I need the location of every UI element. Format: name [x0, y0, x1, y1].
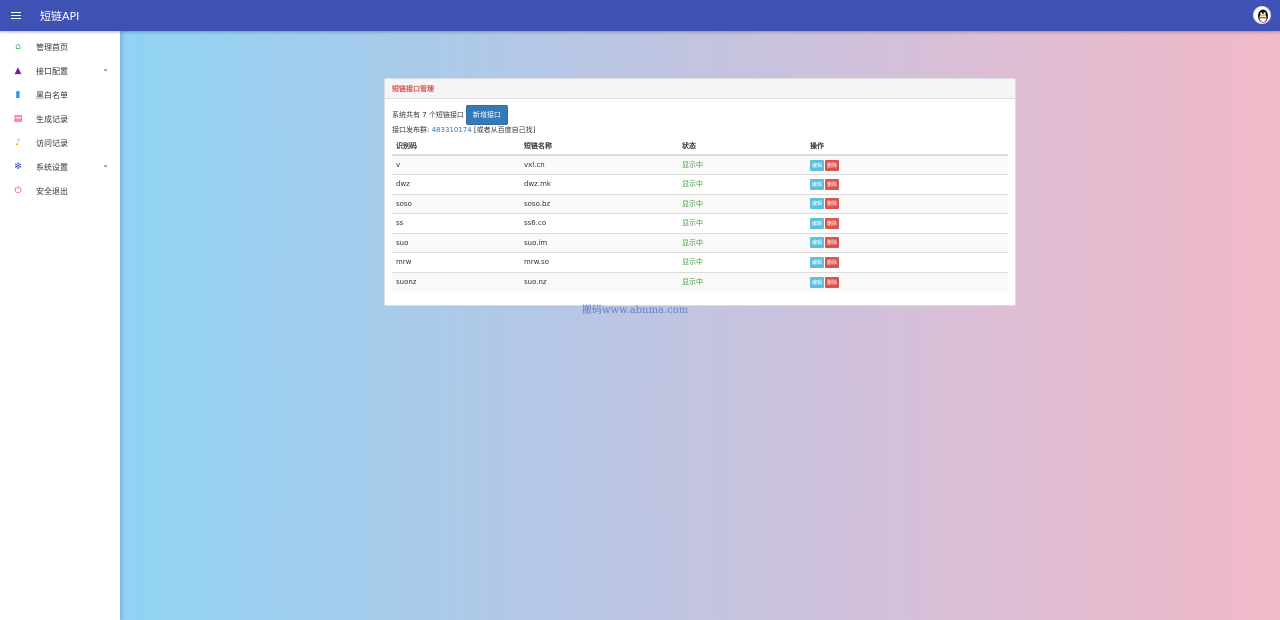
sidebar-item-label: 黑白名单 [36, 90, 68, 100]
edit-button[interactable]: 编辑 [810, 276, 825, 288]
table-row: mrw mrw.so 显示中 编辑 删除 [392, 252, 1008, 272]
code-cell: suonz [392, 271, 520, 292]
code-cell: mrw [392, 252, 520, 272]
actions-cell: 编辑 删除 [806, 154, 1008, 175]
delete-button[interactable]: 删除 [825, 237, 840, 249]
name-cell: ss6.co [520, 213, 678, 233]
status-cell: 显示中 [678, 154, 806, 175]
sidebar: ⌂ 管理首页 ▲ 接口配置 ⌄ ▮ 黑白名单 ▤ 生成记录 ♪ 访问记录 ✻ 系统设置 ⌄ ⏻ 安全退出 [0, 31, 120, 620]
home-icon: ⌂ [15, 42, 21, 52]
summary-text: 系统共有 7 个短链接口 [392, 111, 464, 119]
column-header-name: 短链名称 [520, 138, 678, 156]
delete-button[interactable]: 删除 [825, 276, 840, 288]
column-header-code: 识别码 [392, 138, 520, 156]
edit-button[interactable]: 编辑 [810, 237, 825, 249]
card-icon: ▤ [13, 114, 23, 124]
chevron-down-icon[interactable]: ⌄ [102, 160, 109, 169]
name-cell: vxl.cn [520, 154, 678, 175]
app-title: 短链API [40, 9, 80, 23]
watermark: 搬码www.abnma.com [582, 305, 689, 316]
delete-button[interactable]: 删除 [825, 159, 840, 171]
panel-body: 系统共有 7 个短链接口 新增接口 接口发布群: 483310174 [或者从百… [385, 99, 1015, 300]
sidebar-item-label: 管理首页 [36, 42, 68, 52]
group-line: 接口发布群: 483310174 [或者从百度自己找] [392, 125, 1008, 135]
sidebar-item-1[interactable]: ▲ 接口配置 ⌄ [0, 55, 120, 79]
actions-cell: 编辑 删除 [806, 193, 1008, 214]
status-cell: 显示中 [678, 252, 806, 272]
name-cell: suo.im [520, 232, 678, 253]
delete-button[interactable]: 删除 [825, 178, 840, 190]
interface-panel: 短链接口管理 系统共有 7 个短链接口 新增接口 接口发布群: 48331017… [384, 78, 1016, 306]
sidebar-item-2[interactable]: ▮ 黑白名单 [0, 79, 120, 103]
actions-cell: 编辑 删除 [806, 174, 1008, 194]
edit-button[interactable]: 编辑 [810, 256, 825, 268]
table-row: soso soso.bz 显示中 编辑 删除 [392, 193, 1008, 214]
name-cell: suo.nz [520, 271, 678, 292]
column-header-status: 状态 [678, 138, 806, 156]
summary-line: 系统共有 7 个短链接口 新增接口 [392, 105, 1008, 125]
status-cell: 显示中 [678, 271, 806, 292]
code-cell: ss [392, 213, 520, 233]
top-app-bar: 短链API [0, 0, 1280, 31]
menu-icon[interactable] [0, 0, 32, 31]
interface-table: 识别码 短链名称 状态 操作 v vxl.cn 显示中 编辑 删除 dwz dwz.mk 显示… [392, 138, 1008, 292]
actions-cell: 编辑 删除 [806, 271, 1008, 292]
table-row: ss ss6.co 显示中 编辑 删除 [392, 213, 1008, 233]
status-cell: 显示中 [678, 174, 806, 194]
code-cell: soso [392, 193, 520, 214]
table-row: dwz dwz.mk 显示中 编辑 删除 [392, 174, 1008, 194]
edit-button[interactable]: 编辑 [810, 198, 825, 210]
avatar[interactable] [1253, 6, 1271, 24]
group-label: 接口发布群: [392, 126, 432, 134]
add-interface-button[interactable]: 新增接口 [465, 105, 508, 125]
actions-cell: 编辑 删除 [806, 232, 1008, 253]
panel-header: 短链接口管理 [385, 79, 1015, 99]
delete-button[interactable]: 删除 [825, 256, 840, 268]
sidebar-item-label: 安全退出 [36, 186, 68, 196]
column-header-actions: 操作 [806, 138, 1008, 156]
group-suffix: [或者从百度自己找] [471, 126, 536, 134]
penguin-avatar-icon [1258, 9, 1268, 23]
sidebar-item-label: 接口配置 [36, 66, 68, 76]
status-cell: 显示中 [678, 193, 806, 214]
book-icon: ▮ [15, 90, 21, 100]
delete-button[interactable]: 删除 [825, 198, 840, 210]
sidebar-item-5[interactable]: ✻ 系统设置 ⌄ [0, 151, 120, 175]
delete-button[interactable]: 删除 [825, 217, 840, 229]
table-header-row: 识别码 短链名称 状态 操作 [392, 138, 1008, 156]
edit-button[interactable]: 编辑 [810, 178, 825, 190]
table-row: suonz suo.nz 显示中 编辑 删除 [392, 271, 1008, 292]
edit-button[interactable]: 编辑 [810, 217, 825, 229]
table-row: suo suo.im 显示中 编辑 删除 [392, 232, 1008, 253]
name-cell: dwz.mk [520, 174, 678, 194]
code-cell: dwz [392, 174, 520, 194]
sidebar-item-0[interactable]: ⌂ 管理首页 [0, 31, 120, 55]
status-cell: 显示中 [678, 232, 806, 253]
sidebar-item-4[interactable]: ♪ 访问记录 [0, 127, 120, 151]
name-cell: soso.bz [520, 193, 678, 214]
code-cell: suo [392, 232, 520, 253]
sidebar-item-3[interactable]: ▤ 生成记录 [0, 103, 120, 127]
sidebar-item-6[interactable]: ⏻ 安全退出 [0, 175, 120, 199]
name-cell: mrw.so [520, 252, 678, 272]
sidebar-item-label: 系统设置 [36, 162, 68, 172]
panel-title: 短链接口管理 [392, 84, 434, 93]
sidebar-item-label: 生成记录 [36, 114, 68, 124]
status-cell: 显示中 [678, 213, 806, 233]
main-content: 短链接口管理 系统共有 7 个短链接口 新增接口 接口发布群: 48331017… [120, 31, 1280, 620]
navigation-icon: ▲ [14, 66, 22, 76]
bell-icon: ♪ [15, 138, 21, 148]
edit-button[interactable]: 编辑 [810, 159, 825, 171]
actions-cell: 编辑 删除 [806, 252, 1008, 272]
group-number[interactable]: 483310174 [432, 126, 472, 134]
actions-cell: 编辑 删除 [806, 213, 1008, 233]
code-cell: v [392, 154, 520, 175]
power-icon: ⏻ [14, 186, 22, 196]
chevron-down-icon[interactable]: ⌄ [102, 64, 109, 73]
sidebar-item-label: 访问记录 [36, 138, 68, 148]
gear-icon: ✻ [14, 162, 22, 172]
table-row: v vxl.cn 显示中 编辑 删除 [392, 154, 1008, 175]
